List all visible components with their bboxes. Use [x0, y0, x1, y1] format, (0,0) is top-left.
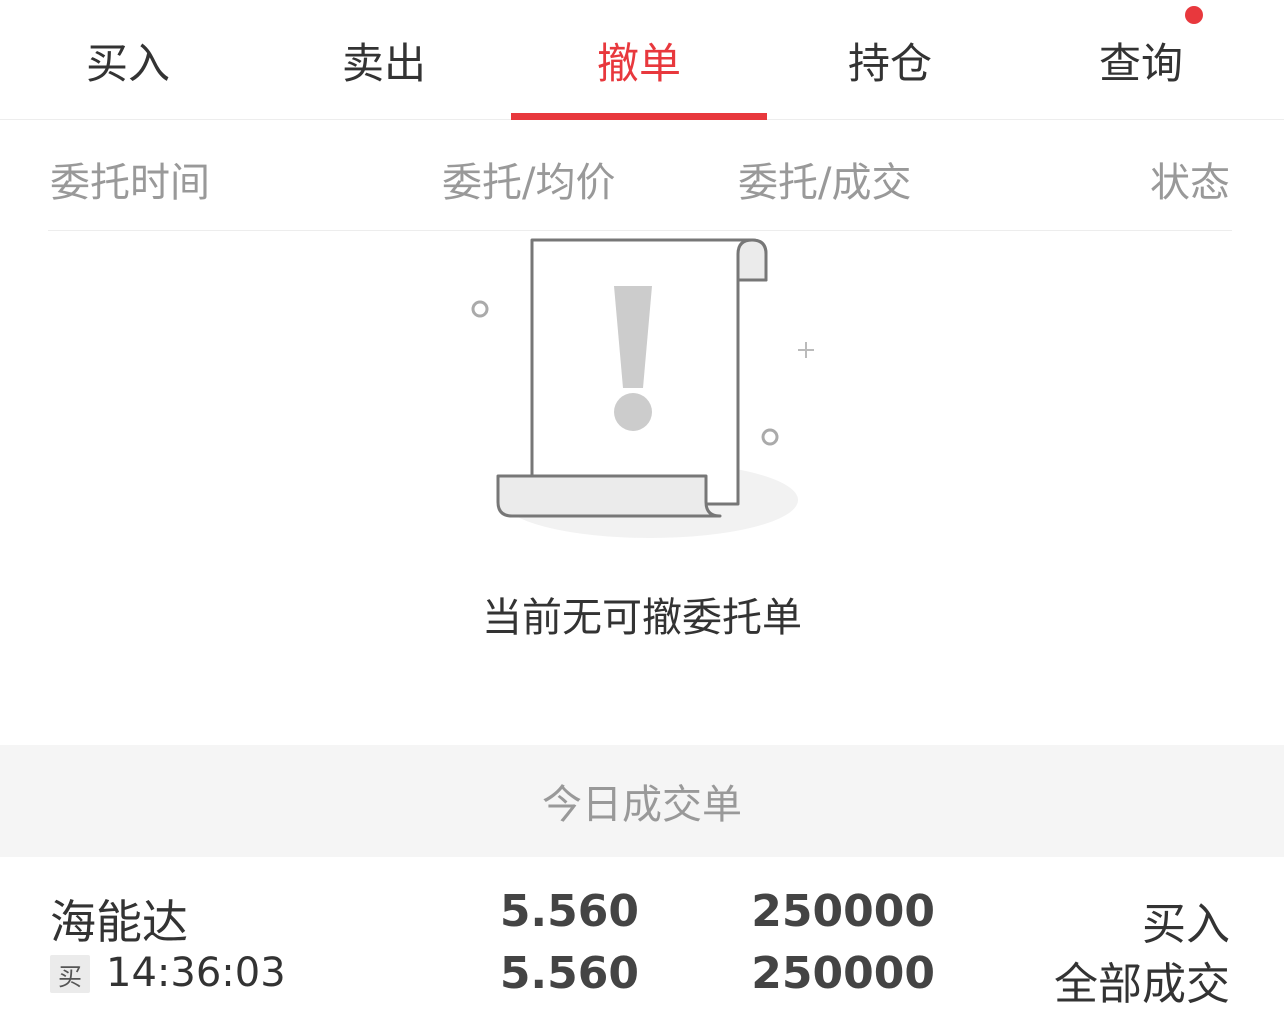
- filled-quantity: 250000: [751, 948, 935, 999]
- active-tab-indicator: [511, 113, 767, 120]
- tab-buy[interactable]: 买入: [0, 0, 256, 120]
- stock-name: 海能达: [50, 895, 188, 949]
- tab-cancel-order-label: 撤单: [596, 38, 681, 88]
- trade-time: 14:36:03: [106, 950, 286, 996]
- tab-query-label: 查询: [1098, 5, 1203, 91]
- tab-sell-label: 卖出: [341, 38, 426, 88]
- tab-bar: 买入 卖出 撤单 持仓 查询: [0, 0, 1284, 120]
- notification-dot: [1185, 5, 1203, 24]
- trade-status: 全部成交: [1054, 959, 1230, 1010]
- avg-price: 5.560: [499, 948, 639, 999]
- tab-sell[interactable]: 卖出: [256, 0, 512, 120]
- header-divider: [48, 230, 1232, 231]
- column-header-time: 委托时间: [50, 160, 210, 206]
- trade-row[interactable]: 海能达 买 14:36:03 5.560 5.560 250000 250000…: [0, 858, 1284, 1029]
- document-exclamation-icon: [460, 232, 820, 552]
- column-header-status: 状态: [1150, 160, 1230, 206]
- tab-query-text: 查询: [1098, 38, 1183, 88]
- column-header-volume: 委托/成交: [738, 160, 912, 206]
- empty-state-message: 当前无可撤委托单: [482, 595, 802, 641]
- tab-buy-label: 买入: [85, 38, 170, 88]
- tab-cancel-order[interactable]: 撤单: [511, 0, 767, 120]
- tab-positions[interactable]: 持仓: [762, 0, 1018, 120]
- column-header-price: 委托/均价: [442, 160, 616, 206]
- trade-direction: 买入: [1142, 899, 1230, 950]
- today-trades-title: 今日成交单: [542, 782, 742, 828]
- tab-positions-label: 持仓: [847, 38, 932, 88]
- order-quantity: 250000: [751, 886, 935, 937]
- today-trades-section-title: 今日成交单: [0, 745, 1284, 857]
- side-tag: 买: [50, 955, 90, 993]
- tab-query[interactable]: 查询: [1013, 0, 1269, 120]
- order-price: 5.560: [499, 886, 639, 937]
